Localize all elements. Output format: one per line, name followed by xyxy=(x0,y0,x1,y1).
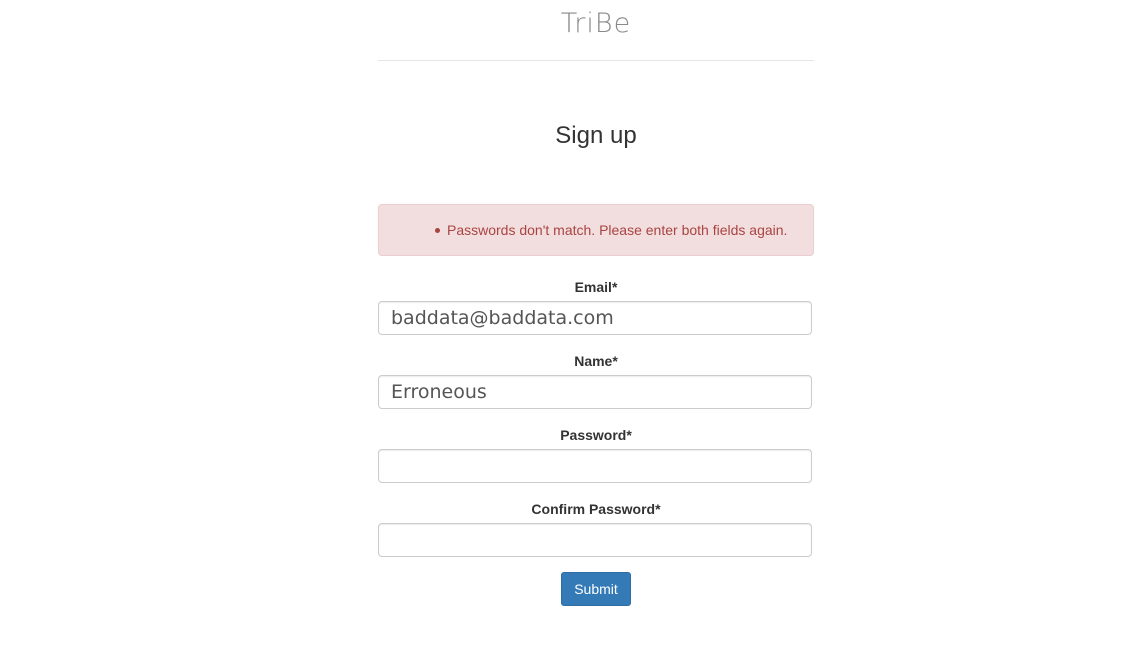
error-message: Passwords don't match. Please enter both… xyxy=(447,222,788,238)
password-field[interactable] xyxy=(378,449,812,483)
error-alert: Passwords don't match. Please enter both… xyxy=(378,204,814,256)
confirm-password-field[interactable] xyxy=(378,523,812,557)
email-label: Email* xyxy=(574,279,618,295)
name-field[interactable] xyxy=(378,375,812,409)
tribe-logo[interactable]: TriBe xyxy=(378,8,814,39)
name-label: Name* xyxy=(574,353,618,369)
password-label: Password* xyxy=(560,427,632,443)
confirm-password-label: Confirm Password* xyxy=(531,501,661,517)
bullet-icon xyxy=(435,228,440,233)
email-field[interactable] xyxy=(378,301,812,335)
header: TriBe xyxy=(378,0,814,61)
submit-button[interactable]: Submit xyxy=(561,572,631,606)
page-title: Sign up xyxy=(555,122,637,149)
signup-container: TriBe Sign up Passwords don't match. Ple… xyxy=(378,0,814,606)
